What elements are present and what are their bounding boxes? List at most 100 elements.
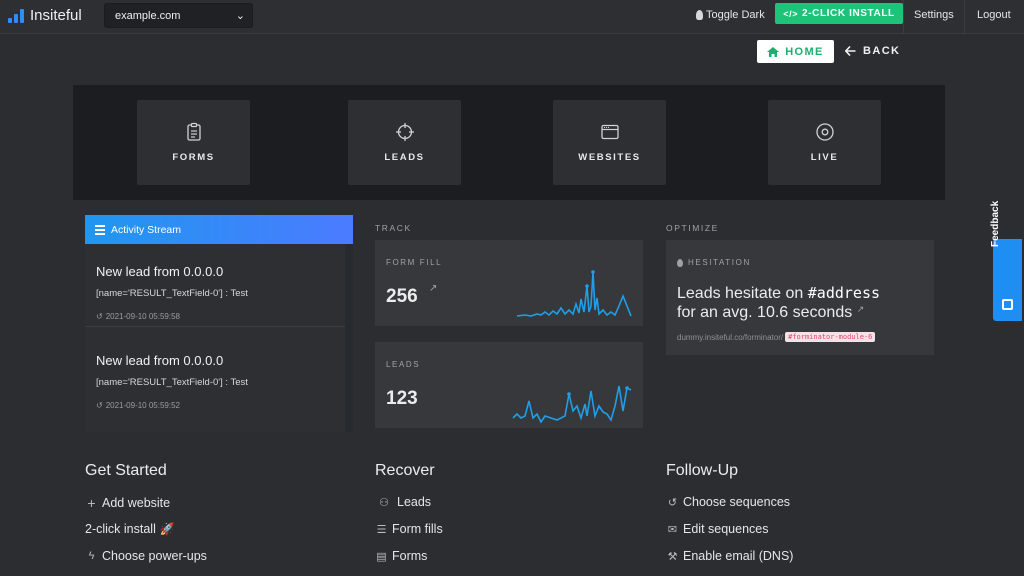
users-icon: ⚇ — [379, 496, 389, 509]
tile-forms[interactable]: FORMS — [137, 100, 250, 185]
feedback-icon — [1002, 299, 1013, 310]
install-label: 2-CLICK INSTALL — [802, 8, 895, 19]
track-section-label: TRACK — [375, 223, 412, 233]
list-item[interactable]: New lead from 0.0.0.0 [name='RESULT_Text… — [85, 264, 353, 321]
follow-up-title: Follow-Up — [666, 462, 739, 479]
enable-email-link[interactable]: ⚒ Enable email (DNS) — [666, 549, 794, 563]
form-fills-link[interactable]: ☰ Form fills — [375, 522, 443, 536]
leads-card[interactable]: LEADS 123 — [375, 342, 643, 428]
settings-link[interactable]: Settings — [914, 9, 954, 21]
tile-live[interactable]: LIVE — [768, 100, 881, 185]
link-label: Leads — [397, 495, 432, 509]
tile-label: WEBSITES — [578, 152, 641, 163]
form-fill-value: 256 — [386, 286, 418, 307]
link-label: Form fills — [392, 522, 443, 536]
leads-label: LEADS — [386, 360, 421, 369]
leads-link[interactable]: ⚇ Leads — [375, 495, 431, 509]
leads-value: 123 — [386, 388, 418, 409]
two-click-install-button[interactable]: </> 2-CLICK INSTALL — [775, 3, 903, 24]
rocket-icon: 🚀 — [159, 522, 175, 536]
tile-label: FORMS — [172, 152, 215, 163]
lead-detail: [name='RESULT_TextField-0'] : Test — [96, 377, 248, 388]
link-label: 2-click install — [85, 522, 156, 536]
hesitation-label-text: HESITATION — [688, 258, 751, 267]
logo-bars-icon — [8, 8, 24, 23]
activity-stream-panel: Activity Stream New lead from 0.0.0.0 [n… — [85, 215, 353, 432]
history-icon: ↺ — [667, 496, 678, 509]
scrollbar[interactable] — [345, 244, 353, 432]
leads-sparkline — [512, 385, 632, 424]
external-link-icon[interactable]: ↗ — [857, 304, 865, 314]
link-label: Choose power-ups — [102, 549, 207, 563]
hesitation-duration: for an avg. 10.6 seconds — [677, 304, 853, 321]
list-icon — [95, 224, 105, 235]
hesitation-field: #address — [807, 284, 881, 302]
feedback-tab[interactable]: Feedback — [990, 201, 1022, 321]
edit-sequences-link[interactable]: ✉ Edit sequences — [666, 522, 769, 536]
wrench-icon: ⚒ — [667, 550, 678, 563]
back-button[interactable]: BACK — [845, 45, 900, 57]
form-fill-label: FORM FILL — [386, 258, 443, 267]
hesitation-source: dummy.insiteful.co/forminator/ #forminat… — [677, 332, 876, 342]
form-fill-card[interactable]: FORM FILL 256 ↗ — [375, 240, 643, 326]
form-id-tag: #forminator-module-6 — [785, 332, 876, 342]
lead-time-text: 2021-09-10 05:59:52 — [105, 401, 180, 410]
add-website-link[interactable]: + Add website — [85, 495, 170, 511]
tile-websites[interactable]: WEBSITES — [553, 100, 666, 185]
home-button[interactable]: HOME — [757, 40, 834, 63]
lead-title: New lead from 0.0.0.0 — [96, 353, 224, 368]
link-label: Forms — [392, 549, 428, 563]
chevron-down-icon: ⌄ — [235, 10, 245, 22]
choose-power-ups-link[interactable]: ϟ Choose power-ups — [85, 549, 207, 563]
droplet-icon — [677, 258, 683, 267]
tile-label: LIVE — [810, 152, 839, 163]
hesitation-card[interactable]: HESITATION Leads hesitate on #address fo… — [666, 240, 934, 355]
link-label: Choose sequences — [683, 495, 791, 509]
logout-link[interactable]: Logout — [977, 9, 1011, 21]
nav-divider — [903, 0, 904, 34]
lead-detail: [name='RESULT_TextField-0'] : Test — [96, 288, 248, 299]
list-check-icon: ☰ — [376, 523, 387, 536]
home-icon — [767, 46, 780, 57]
lead-time-text: 2021-09-10 05:59:58 — [105, 312, 180, 321]
tile-leads[interactable]: LEADS — [348, 100, 461, 185]
lead-title: New lead from 0.0.0.0 — [96, 264, 224, 279]
external-link-icon[interactable]: ↗ — [429, 283, 437, 294]
clipboard-icon — [186, 122, 201, 141]
site-select[interactable]: example.com ⌄ — [104, 3, 253, 28]
plus-icon: + — [87, 495, 96, 511]
forms-link[interactable]: ▤ Forms — [375, 549, 427, 563]
history-icon: ↺ — [96, 401, 103, 410]
form-fill-sparkline — [516, 270, 632, 317]
link-label: Enable email (DNS) — [683, 549, 794, 563]
browser-window-icon — [600, 124, 619, 140]
link-label: Add website — [102, 496, 171, 510]
home-label: HOME — [785, 45, 824, 58]
toggle-dark-button[interactable]: Toggle Dark — [696, 9, 765, 21]
hesitation-url[interactable]: dummy.insiteful.co/forminator/ — [677, 333, 783, 342]
clipboard-icon: ▤ — [376, 550, 387, 563]
hesitation-prefix: Leads hesitate on — [677, 285, 804, 302]
history-icon: ↺ — [96, 312, 103, 321]
top-nav: Insiteful example.com ⌄ Toggle Dark </> … — [0, 0, 1024, 34]
list-item[interactable]: New lead from 0.0.0.0 [name='RESULT_Text… — [85, 353, 353, 410]
brand-logo[interactable]: Insiteful — [8, 7, 82, 24]
toggle-dark-label: Toggle Dark — [706, 9, 765, 21]
divider — [85, 326, 345, 327]
hesitation-label: HESITATION — [677, 258, 751, 267]
hesitation-duration-line: for an avg. 10.6 seconds ↗ — [677, 304, 864, 322]
lightning-bolt-icon: ϟ — [88, 550, 95, 562]
feedback-label: Feedback — [990, 200, 1001, 247]
lead-timestamp: ↺ 2021-09-10 05:59:52 — [96, 401, 342, 410]
two-click-install-link[interactable]: 2-click install 🚀 — [85, 522, 175, 536]
choose-sequences-link[interactable]: ↺ Choose sequences — [666, 495, 790, 509]
activity-stream-header: Activity Stream — [85, 215, 353, 244]
optimize-section-label: OPTIMIZE — [666, 223, 719, 233]
nav-divider — [964, 0, 965, 34]
feature-tiles: FORMS LEADS WEBSITES LIVE — [73, 85, 945, 200]
hesitation-headline: Leads hesitate on #address — [677, 284, 880, 303]
envelope-icon: ✉ — [667, 523, 678, 536]
back-label: BACK — [863, 45, 901, 57]
target-circle-icon — [815, 123, 834, 141]
brand-name: Insiteful — [30, 7, 82, 24]
